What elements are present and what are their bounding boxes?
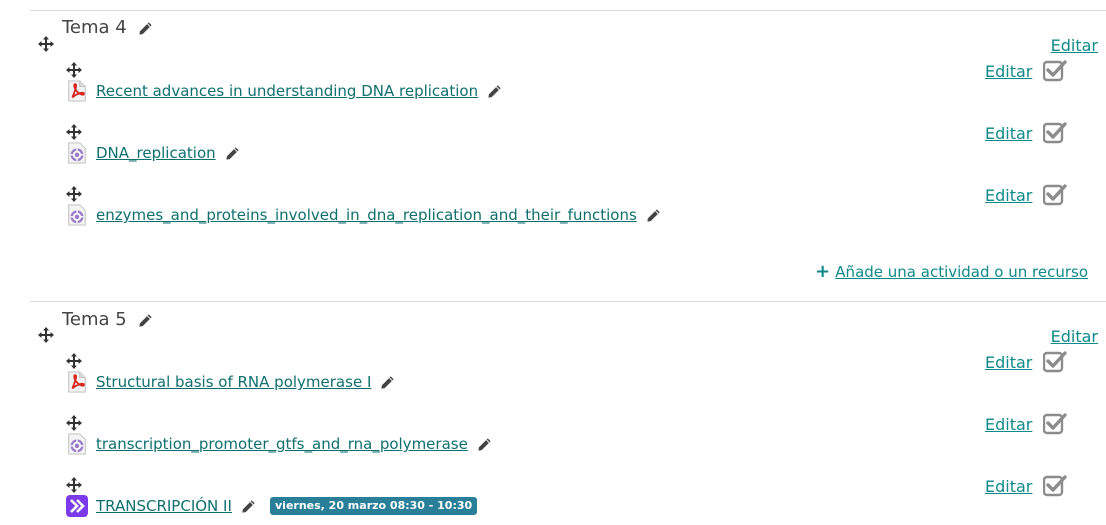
attendance-icon [66, 495, 88, 517]
activity-edit-link[interactable]: Editar [985, 186, 1032, 205]
completion-check-icon[interactable] [1043, 121, 1067, 145]
activity-edit-link[interactable]: Editar [985, 124, 1032, 143]
edit-activity-name-icon[interactable] [487, 84, 502, 99]
move-section-icon[interactable] [38, 327, 54, 343]
activity-row: enzymes_and_proteins_involved_in_dna_rep… [96, 205, 661, 224]
activity-edit-link[interactable]: Editar [985, 62, 1032, 81]
edit-activity-name-icon[interactable] [380, 375, 395, 390]
pdf-icon [66, 80, 88, 102]
activity-edit-link[interactable]: Editar [985, 477, 1032, 496]
activity-link[interactable]: transcription_promoter_gtfs_and_rna_poly… [96, 435, 468, 453]
pdf-icon [66, 371, 88, 393]
section-title: Tema 5 [62, 309, 153, 330]
move-activity-icon[interactable] [66, 186, 82, 202]
activity-link[interactable]: Recent advances in understanding DNA rep… [96, 82, 478, 100]
activity-edit-link[interactable]: Editar [985, 353, 1032, 372]
activity-row: DNA_replication [96, 143, 240, 162]
activity-link[interactable]: enzymes_and_proteins_involved_in_dna_rep… [96, 206, 637, 224]
edit-activity-name-icon[interactable] [225, 146, 240, 161]
move-activity-icon[interactable] [66, 477, 82, 493]
completion-check-icon[interactable] [1043, 59, 1067, 83]
date-badge: viernes, 20 marzo 08:30 - 10:30 [270, 497, 478, 515]
scorm-icon [66, 142, 88, 164]
section-title: Tema 4 [62, 17, 153, 38]
add-activity-link[interactable]: Añade una actividad o un recurso [835, 263, 1088, 281]
section-divider [30, 10, 1106, 11]
completion-check-icon[interactable] [1043, 350, 1067, 374]
edit-section-title-icon[interactable] [138, 21, 153, 36]
move-activity-icon[interactable] [66, 415, 82, 431]
completion-check-icon[interactable] [1043, 474, 1067, 498]
move-activity-icon[interactable] [66, 62, 82, 78]
section-divider [30, 301, 1106, 302]
edit-activity-name-icon[interactable] [646, 208, 661, 223]
activity-row: transcription_promoter_gtfs_and_rna_poly… [96, 434, 492, 453]
edit-section-link[interactable]: Editar [1051, 327, 1098, 346]
activity-link[interactable]: Structural basis of RNA polymerase I [96, 373, 371, 391]
completion-check-icon[interactable] [1043, 183, 1067, 207]
edit-activity-name-icon[interactable] [241, 499, 256, 514]
activity-link[interactable]: DNA_replication [96, 144, 216, 162]
plus-icon: + [815, 261, 831, 282]
edit-activity-name-icon[interactable] [477, 437, 492, 452]
activity-edit-link[interactable]: Editar [985, 415, 1032, 434]
completion-check-icon[interactable] [1043, 412, 1067, 436]
move-activity-icon[interactable] [66, 124, 82, 140]
add-activity-control[interactable]: + Añade una actividad o un recurso [815, 261, 1088, 282]
move-section-icon[interactable] [38, 36, 54, 52]
scorm-icon [66, 204, 88, 226]
edit-section-title-icon[interactable] [138, 313, 153, 328]
activity-link[interactable]: TRANSCRIPCIÓN II [96, 497, 232, 515]
move-activity-icon[interactable] [66, 353, 82, 369]
activity-row: TRANSCRIPCIÓN II [96, 496, 256, 515]
scorm-icon [66, 433, 88, 455]
edit-section-link[interactable]: Editar [1051, 36, 1098, 55]
activity-row: Recent advances in understanding DNA rep… [96, 81, 502, 100]
activity-row: Structural basis of RNA polymerase I [96, 372, 395, 391]
